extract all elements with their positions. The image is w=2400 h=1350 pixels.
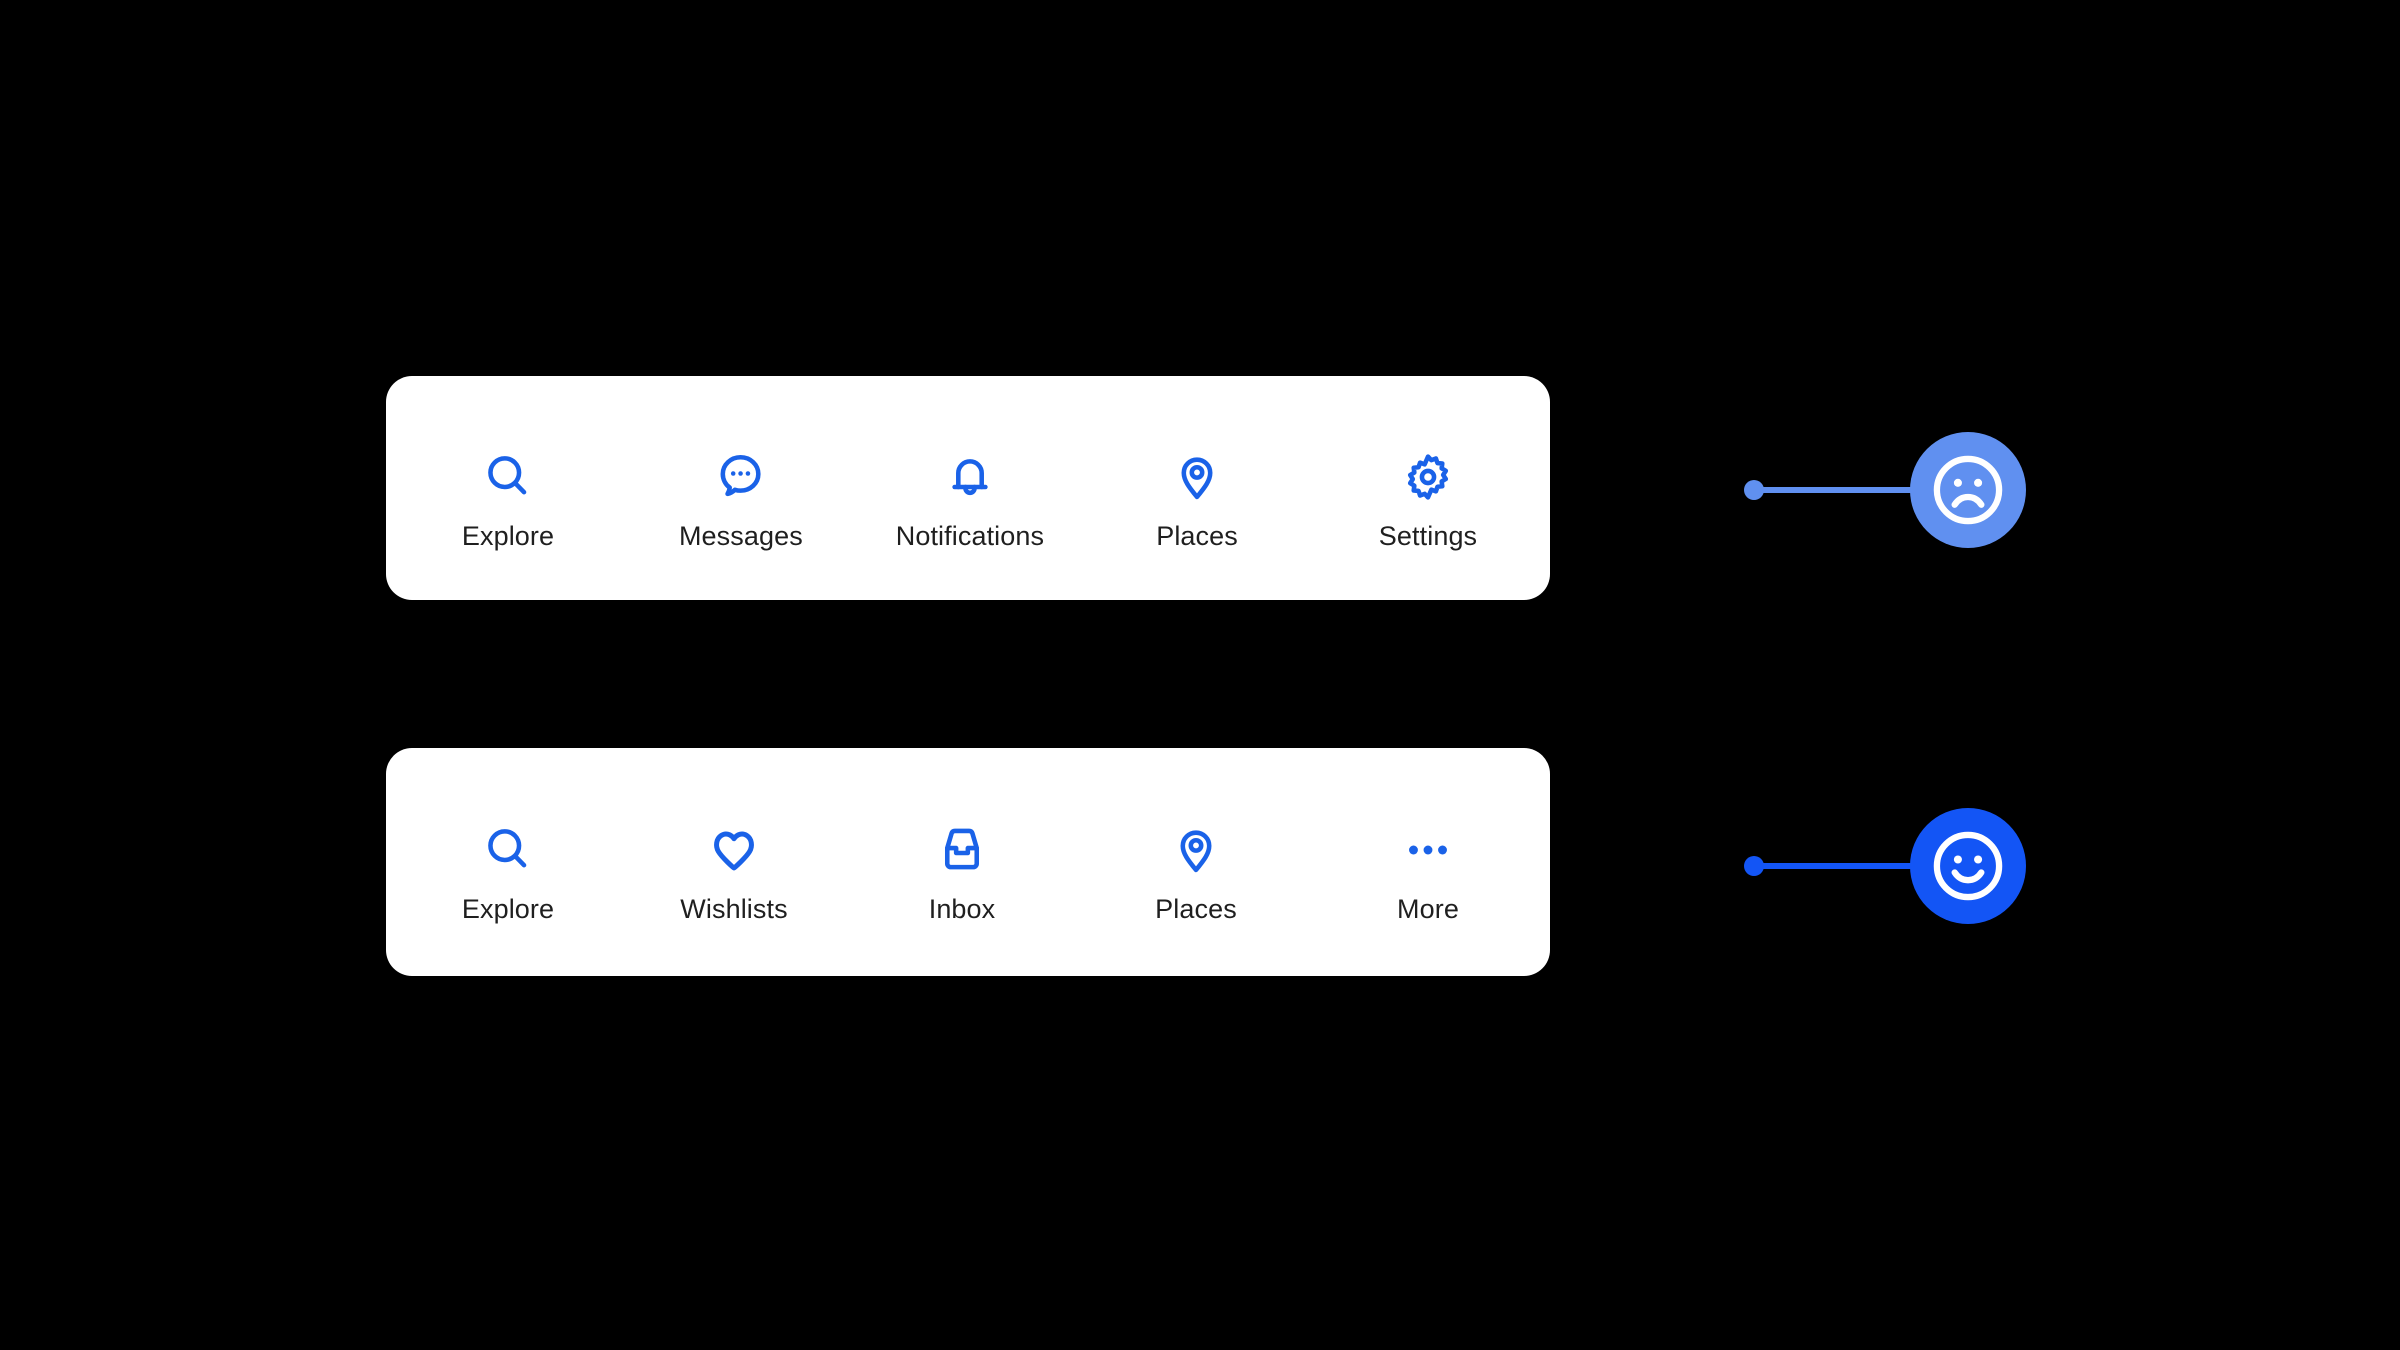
gear-icon xyxy=(1400,449,1456,505)
nav-item-label: Inbox xyxy=(928,894,996,924)
map-pin-icon xyxy=(1169,449,1225,505)
ellipsis-icon xyxy=(1400,822,1456,878)
bell-icon xyxy=(942,449,998,505)
sad-face-icon xyxy=(1933,455,2003,525)
annotation-marker-top xyxy=(1744,420,2026,560)
nav-item-label: More xyxy=(1397,894,1459,924)
nav-item-places[interactable]: Places xyxy=(1137,425,1257,551)
nav-item-label: Wishlists xyxy=(680,894,788,924)
smiley-face-icon xyxy=(1933,831,2003,901)
marker-dot xyxy=(1744,856,1764,876)
nav-item-messages[interactable]: Messages xyxy=(679,425,803,551)
marker-dot xyxy=(1744,480,1764,500)
nav-item-label: Notifications xyxy=(895,521,1045,551)
nav-bar-bottom: Explore Wishlists Inbox Places More xyxy=(386,748,1550,976)
nav-item-notifications[interactable]: Notifications xyxy=(896,425,1044,551)
nav-item-wishlists[interactable]: Wishlists xyxy=(674,800,794,924)
marker-badge-negative[interactable] xyxy=(1910,432,2026,548)
nav-item-inbox[interactable]: Inbox xyxy=(902,800,1022,924)
nav-bar-top: Explore Messages Notifications Places Se… xyxy=(386,376,1550,600)
nav-item-label: Places xyxy=(1155,894,1237,924)
nav-item-explore[interactable]: Explore xyxy=(448,425,568,551)
marker-line xyxy=(1762,487,1916,493)
nav-item-places[interactable]: Places xyxy=(1136,800,1256,924)
nav-item-label: Settings xyxy=(1378,521,1478,551)
inbox-tray-icon xyxy=(934,822,990,878)
nav-item-label: Explore xyxy=(461,521,555,551)
nav-item-label: Messages xyxy=(678,521,803,551)
map-pin-icon xyxy=(1168,822,1224,878)
marker-line xyxy=(1762,863,1916,869)
search-icon xyxy=(480,449,536,505)
nav-item-label: Places xyxy=(1156,521,1238,551)
heart-icon xyxy=(706,822,762,878)
marker-badge-positive[interactable] xyxy=(1910,808,2026,924)
nav-item-settings[interactable]: Settings xyxy=(1368,425,1488,551)
nav-item-explore[interactable]: Explore xyxy=(448,800,568,924)
search-icon xyxy=(480,822,536,878)
nav-item-label: Explore xyxy=(461,894,555,924)
chat-bubble-dots-icon xyxy=(713,449,769,505)
annotation-marker-bottom xyxy=(1744,796,2026,936)
canvas: Explore Messages Notifications Places Se… xyxy=(0,0,2400,1350)
nav-item-more[interactable]: More xyxy=(1368,800,1488,924)
